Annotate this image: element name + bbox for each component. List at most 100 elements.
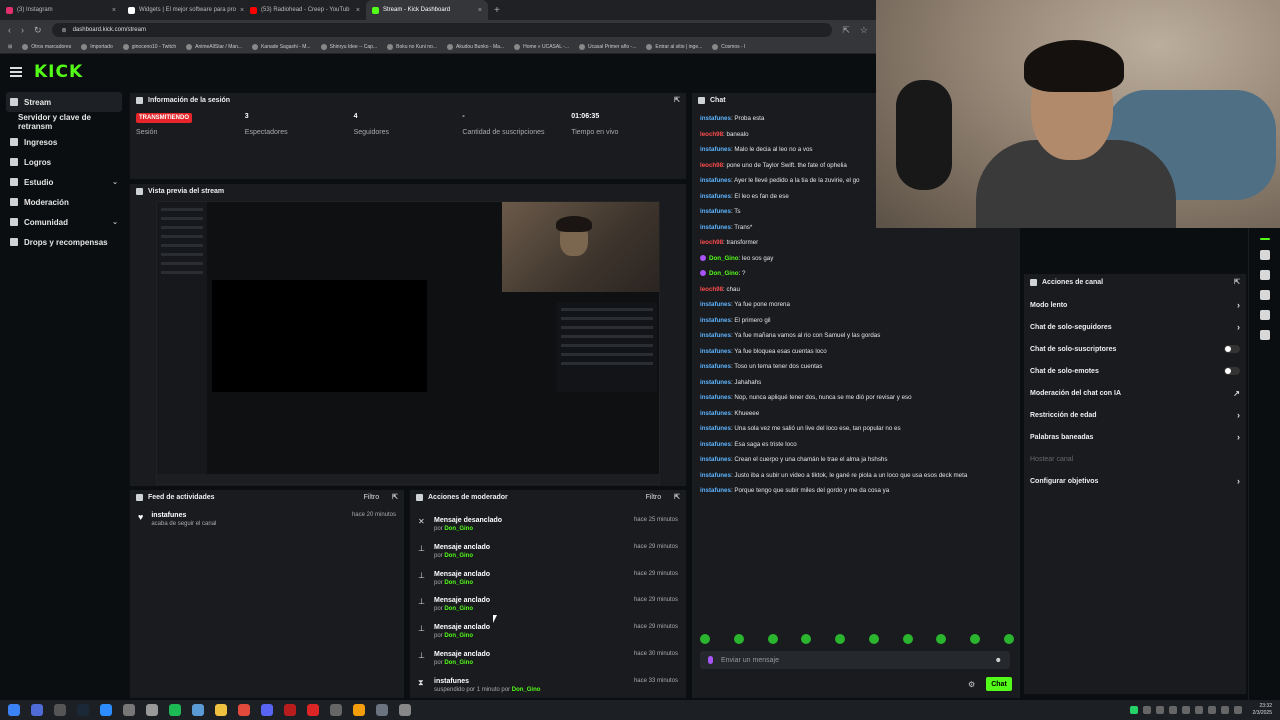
send-chat-button[interactable]: Chat [986, 677, 1012, 691]
browser-tab[interactable]: Widgets | El mejor software para pro × [122, 0, 244, 20]
channel-action-palabras-baneadas[interactable]: Palabras baneadas › [1024, 426, 1246, 448]
share-icon[interactable]: ⇱ [842, 25, 850, 36]
popout-icon[interactable]: ⇱ [674, 96, 680, 104]
app-icon[interactable] [307, 704, 319, 716]
chat-username[interactable]: instafunes [700, 301, 731, 308]
sidebar-item-logros[interactable]: Logros [0, 152, 128, 172]
channel-action-configurar-objetivos[interactable]: Configurar objetivos › [1024, 470, 1246, 492]
chat-input[interactable]: Enviar un mensaje ☻ [700, 651, 1010, 669]
close-tab-icon[interactable]: × [478, 7, 482, 14]
bookmark-item[interactable]: AnimeAllStar / Man... [186, 43, 242, 50]
app-icon[interactable] [284, 704, 296, 716]
mod-action-user[interactable]: Don_Gino [444, 606, 473, 612]
toggle-switch[interactable] [1224, 367, 1240, 375]
close-tab-icon[interactable]: × [356, 7, 360, 14]
back-icon[interactable]: ‹ [8, 25, 11, 35]
app-icon[interactable] [146, 704, 158, 716]
app-icon[interactable] [54, 704, 66, 716]
browser-tab[interactable]: (53) Radiohead - Creep - YouTub × [244, 0, 366, 20]
chevron-down-icon[interactable]: ⌄ [112, 218, 118, 226]
spotify-icon[interactable] [169, 704, 181, 716]
chat-username[interactable]: instafunes [700, 317, 731, 324]
chat-username[interactable]: leoch98 [700, 131, 723, 138]
menu-icon[interactable] [10, 67, 22, 77]
chat-username[interactable]: leoch98 [700, 239, 723, 246]
chat-username[interactable]: instafunes [700, 146, 731, 153]
bookmark-item[interactable]: Entrar al sitio | inge... [646, 43, 702, 50]
chat-username[interactable]: instafunes [700, 193, 731, 200]
emote-icon[interactable] [902, 634, 913, 644]
close-tab-icon[interactable]: × [112, 7, 116, 14]
channel-action-chat-de-solo-suscriptores[interactable]: Chat de solo-suscriptores [1024, 338, 1246, 360]
sidebar-item-estudio[interactable]: Estudio ⌄ [0, 172, 128, 192]
tray-icon[interactable] [1207, 706, 1216, 714]
app-icon[interactable] [376, 704, 388, 716]
kick-logo[interactable]: KICK [34, 62, 83, 82]
browser-tab[interactable]: Stream - Kick Dashboard × [366, 0, 488, 20]
chat-username[interactable]: instafunes [700, 394, 731, 401]
browser-icon[interactable] [31, 704, 43, 716]
emote-icon[interactable] [868, 634, 879, 644]
chat-username[interactable]: instafunes [700, 425, 731, 432]
sidebar-item-drops[interactable]: Drops y recompensas [0, 232, 128, 252]
channel-action-restriccion-de-edad[interactable]: Restricción de edad › [1024, 404, 1246, 426]
popout-icon[interactable]: ⇱ [1234, 278, 1240, 286]
chat-username[interactable]: instafunes [700, 208, 731, 215]
app-icon[interactable] [399, 704, 411, 716]
emote-icon[interactable] [835, 634, 846, 644]
chat-username[interactable]: instafunes [700, 472, 731, 479]
sidebar-item-servidor[interactable]: Servidor y clave de retransm [0, 112, 128, 132]
discord-icon[interactable] [261, 704, 273, 716]
feed-filter-button[interactable]: Filtro [364, 494, 380, 501]
app-icon[interactable] [123, 704, 135, 716]
chevron-right-icon[interactable]: › [1237, 322, 1240, 332]
obs-icon[interactable] [330, 704, 342, 716]
bookmark-item[interactable]: Boku no Kuni no... [387, 43, 437, 50]
bookmark-item[interactable]: Ucasal Primer año -... [579, 43, 636, 50]
bookmark-item[interactable]: Home « UCASAL -... [514, 43, 569, 50]
emote-icon[interactable] [700, 634, 710, 644]
reload-icon[interactable]: ↻ [34, 25, 42, 36]
file-explorer-icon[interactable] [215, 704, 227, 716]
sidebar-item-stream[interactable]: Stream [6, 92, 122, 112]
tray-icon[interactable] [1181, 706, 1190, 714]
start-icon[interactable] [8, 704, 20, 716]
app-icon[interactable] [192, 704, 204, 716]
app-icon[interactable] [353, 704, 365, 716]
channel-action-hostear-canal[interactable]: Hostear canal [1024, 448, 1246, 470]
wifi-icon[interactable] [1220, 706, 1229, 714]
chevron-right-icon[interactable]: › [1237, 300, 1240, 310]
forward-icon[interactable]: › [21, 25, 24, 35]
emote-icon[interactable] [767, 634, 778, 644]
chat-username[interactable]: instafunes [700, 177, 731, 184]
browser-tab[interactable]: (3) Instagram × [0, 0, 122, 20]
chat-username[interactable]: instafunes [700, 487, 731, 494]
chat-username[interactable]: instafunes [700, 332, 731, 339]
chat-username[interactable]: Don_Gino [709, 255, 739, 262]
trend-icon[interactable]: ↗ [1233, 389, 1240, 398]
chat-username[interactable]: Don_Gino [709, 270, 739, 277]
feed-user[interactable]: instafunes [151, 512, 216, 519]
mod-action-user[interactable]: Don_Gino [444, 553, 473, 559]
wrench-icon[interactable] [1259, 310, 1270, 320]
sidebar-item-moderacion[interactable]: Moderación [0, 192, 128, 212]
chat-username[interactable]: instafunes [700, 115, 731, 122]
mod-action-user[interactable]: Don_Gino [512, 687, 541, 693]
new-tab-icon[interactable]: + [488, 5, 506, 16]
bookmark-item[interactable]: Shinryu Idee -- Cap... [320, 43, 377, 50]
apps-icon[interactable]: ⊞ [8, 44, 12, 50]
mod-action-user[interactable]: Don_Gino [444, 633, 473, 639]
emote-icon[interactable] [970, 634, 981, 644]
emote-icon[interactable] [801, 634, 812, 644]
stream-preview-video[interactable] [156, 201, 660, 485]
chat-bubble-icon[interactable] [1259, 250, 1270, 260]
tray-icon[interactable] [1155, 706, 1164, 714]
broadcast-icon[interactable] [1259, 270, 1270, 280]
chat-username[interactable]: instafunes [700, 410, 731, 417]
mod-action-user[interactable]: Don_Gino [444, 526, 473, 532]
chat-username[interactable]: instafunes [700, 224, 731, 231]
toggle-switch[interactable] [1224, 345, 1240, 353]
users-icon[interactable] [1259, 330, 1270, 340]
chevron-right-icon[interactable]: › [1237, 476, 1240, 486]
chevron-right-icon[interactable]: › [1237, 410, 1240, 420]
